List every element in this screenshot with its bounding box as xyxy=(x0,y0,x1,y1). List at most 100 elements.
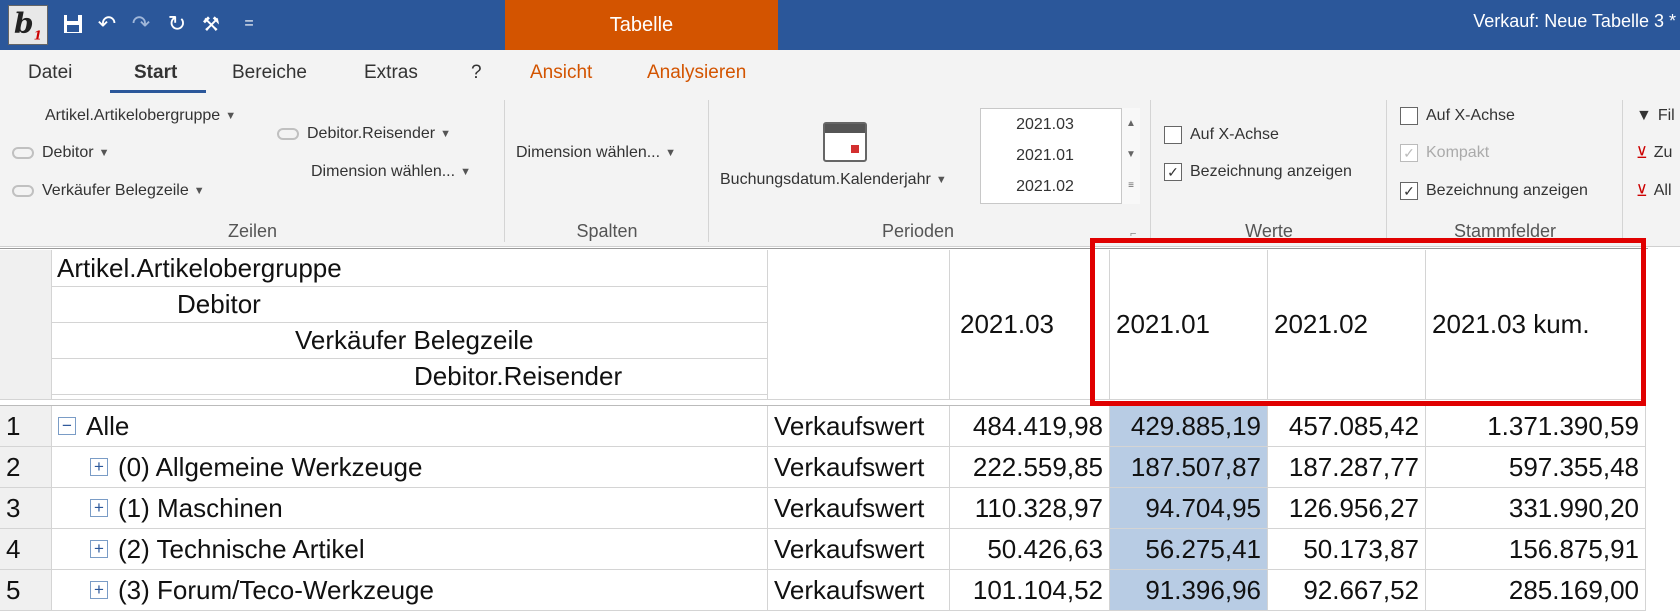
value-cell[interactable]: 1.371.390,59 xyxy=(1426,406,1646,447)
row-dim-artikelobergruppe[interactable]: Artikel.Artikelobergruppe ▼ xyxy=(45,104,236,128)
value-cell-selected[interactable]: 91.396,96 xyxy=(1110,570,1268,611)
filter-reset-button[interactable]: ⊻ Zu xyxy=(1636,141,1672,165)
filter-label: Fil xyxy=(1657,107,1675,124)
period-list-scrollbar[interactable]: ▲ ▼ ≡ xyxy=(1121,108,1140,204)
werte-auf-x-achse[interactable]: Auf X-Achse xyxy=(1164,123,1279,147)
row-number[interactable]: 2 xyxy=(0,447,52,488)
refresh-icon[interactable]: ↻ xyxy=(164,8,190,40)
tab-extras[interactable]: Extras xyxy=(364,50,418,95)
calendar-icon[interactable] xyxy=(823,122,867,162)
dropdown-arrow-icon: ▼ xyxy=(460,166,471,178)
table-row-label[interactable]: + (1) Maschinen xyxy=(52,488,768,529)
dialog-launcher-icon[interactable]: ⌐ xyxy=(1130,228,1136,240)
period-list[interactable]: 2021.03 2021.01 2021.02 xyxy=(980,108,1140,204)
group-label-perioden: Perioden xyxy=(881,220,955,241)
value-cell[interactable]: 597.355,48 xyxy=(1426,447,1646,488)
expand-icon[interactable]: + xyxy=(90,458,108,476)
value-cell-selected[interactable]: 429.885,19 xyxy=(1110,406,1268,447)
tab-datei[interactable]: Datei xyxy=(28,50,72,95)
row-dim-header[interactable]: Debitor xyxy=(52,287,768,323)
table-row-label[interactable]: + (3) Forum/Teco-Werkzeuge xyxy=(52,570,768,611)
checkbox-label: Auf X-Achse xyxy=(1426,107,1515,124)
value-cell[interactable]: 110.328,97 xyxy=(950,488,1110,529)
value-cell-selected[interactable]: 56.275,41 xyxy=(1110,529,1268,570)
column-dim-choose[interactable]: Dimension wählen... ▼ xyxy=(516,141,676,165)
value-cell[interactable]: 285.169,00 xyxy=(1426,570,1646,611)
row-label-text: (3) Forum/Teco-Werkzeuge xyxy=(118,574,434,605)
value-cell[interactable]: 222.559,85 xyxy=(950,447,1110,488)
row-dim-reisender[interactable]: Debitor.Reisender ▼ xyxy=(277,122,451,146)
redo-icon[interactable]: ↷ xyxy=(128,8,154,40)
table-row-label[interactable]: + (0) Allgemeine Werkzeuge xyxy=(52,447,768,488)
column-header-2021-03[interactable]: 2021.03 xyxy=(950,250,1110,400)
row-dim-header[interactable]: Debitor.Reisender xyxy=(52,359,768,395)
value-cell[interactable]: 92.667,52 xyxy=(1268,570,1426,611)
value-cell[interactable]: 156.875,91 xyxy=(1426,529,1646,570)
stammfelder-kompakt[interactable]: ✓ Kompakt xyxy=(1400,141,1489,165)
column-header-2021-03-kum[interactable]: 2021.03 kum. xyxy=(1426,250,1646,400)
tab-bereiche[interactable]: Bereiche xyxy=(232,50,307,95)
scroll-down-icon[interactable]: ▼ xyxy=(1122,139,1140,170)
period-list-item[interactable]: 2021.02 xyxy=(981,171,1109,202)
tab-help[interactable]: ? xyxy=(471,50,482,95)
tools-icon[interactable]: ⚒ xyxy=(198,8,224,40)
row-number[interactable]: 5 xyxy=(0,570,52,611)
value-cell[interactable]: 457.085,42 xyxy=(1268,406,1426,447)
period-dimension-dropdown[interactable]: Buchungsdatum.Kalenderjahr ▼ xyxy=(720,168,947,192)
checkbox-unchecked[interactable] xyxy=(1400,107,1418,125)
row-number[interactable]: 3 xyxy=(0,488,52,529)
table-row-label[interactable]: − Alle xyxy=(52,406,768,447)
value-cell-selected[interactable]: 187.507,87 xyxy=(1110,447,1268,488)
expand-icon[interactable]: + xyxy=(90,540,108,558)
checkbox-checked[interactable]: ✓ xyxy=(1164,163,1182,181)
value-cell[interactable]: 187.287,77 xyxy=(1268,447,1426,488)
stammfelder-bezeichnung-anzeigen[interactable]: ✓ Bezeichnung anzeigen xyxy=(1400,179,1588,203)
row-label-text: (0) Allgemeine Werkzeuge xyxy=(118,451,423,482)
expand-list-icon[interactable]: ≡ xyxy=(1122,170,1140,201)
scroll-up-icon[interactable]: ▲ xyxy=(1122,108,1140,139)
row-dim-label: Debitor xyxy=(42,144,94,161)
table-row-label[interactable]: + (2) Technische Artikel xyxy=(52,529,768,570)
row-number[interactable]: 1 xyxy=(0,406,52,447)
value-cell[interactable]: 126.956,27 xyxy=(1268,488,1426,529)
filter-button[interactable]: ▼ Fil xyxy=(1636,104,1675,128)
checkbox-unchecked[interactable] xyxy=(1164,126,1182,144)
stammfelder-auf-x-achse[interactable]: Auf X-Achse xyxy=(1400,104,1515,128)
tab-ansicht[interactable]: Ansicht xyxy=(530,50,592,95)
collapse-icon[interactable]: − xyxy=(58,417,76,435)
contextual-tab-tabelle[interactable]: Tabelle xyxy=(505,0,778,50)
customize-qa-icon[interactable]: = xyxy=(236,8,262,40)
value-cell[interactable]: 331.990,20 xyxy=(1426,488,1646,529)
checkbox-checked[interactable]: ✓ xyxy=(1400,182,1418,200)
column-header-2021-01[interactable]: 2021.01 xyxy=(1110,250,1268,400)
expand-icon[interactable]: + xyxy=(90,581,108,599)
column-header-2021-02[interactable]: 2021.02 xyxy=(1268,250,1426,400)
value-cell-selected[interactable]: 94.704,95 xyxy=(1110,488,1268,529)
row-dim-debitor[interactable]: Debitor ▼ xyxy=(12,141,109,165)
dropdown-arrow-icon: ▼ xyxy=(225,110,237,122)
undo-icon[interactable]: ↶ xyxy=(94,8,120,40)
werte-bezeichnung-anzeigen[interactable]: ✓ Bezeichnung anzeigen xyxy=(1164,160,1352,184)
period-list-item[interactable]: 2021.01 xyxy=(981,140,1109,171)
row-dim-choose[interactable]: Dimension wählen... ▼ xyxy=(311,160,471,184)
period-dimension-label: Buchungsdatum.Kalenderjahr xyxy=(720,171,931,188)
row-number[interactable]: 4 xyxy=(0,529,52,570)
row-dim-header[interactable]: Artikel.Artikelobergruppe xyxy=(52,250,768,287)
checkbox-checked-disabled[interactable]: ✓ xyxy=(1400,144,1418,162)
expand-icon[interactable]: + xyxy=(90,499,108,517)
group-label-zeilen: Zeilen xyxy=(227,220,278,241)
row-dim-header[interactable]: Verkäufer Belegzeile xyxy=(52,323,768,359)
value-cell[interactable]: 484.419,98 xyxy=(950,406,1110,447)
filter-icon: ▼ xyxy=(1636,107,1652,124)
value-cell[interactable]: 50.426,63 xyxy=(950,529,1110,570)
row-dim-label: Verkäufer Belegzeile xyxy=(42,182,189,199)
period-list-item[interactable]: 2021.03 xyxy=(981,109,1109,140)
tab-analysieren[interactable]: Analysieren xyxy=(647,50,746,95)
save-icon[interactable] xyxy=(60,8,86,40)
value-cell[interactable]: 50.173,87 xyxy=(1268,529,1426,570)
tab-start[interactable]: Start xyxy=(134,50,177,95)
filter-label: All xyxy=(1653,182,1672,199)
row-dim-verkaeufer[interactable]: Verkäufer Belegzeile ▼ xyxy=(12,179,205,203)
value-cell[interactable]: 101.104,52 xyxy=(950,570,1110,611)
filter-all-button[interactable]: ⊻ All xyxy=(1636,179,1672,203)
